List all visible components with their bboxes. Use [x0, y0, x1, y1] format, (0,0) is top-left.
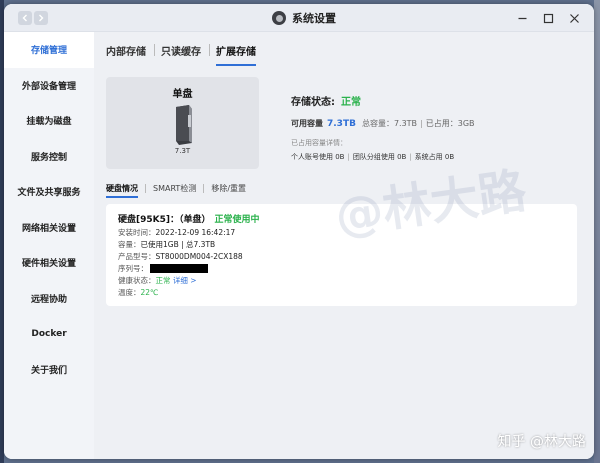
serial-redacted [150, 264, 208, 273]
storage-status: 存储状态: 正常 可用容量 7.3TB 总容量：7.3TB | 已占用：3GB 已占用容量… [291, 93, 581, 162]
sidebar-item-services[interactable]: 服务控制 [4, 139, 94, 175]
maximize-button[interactable] [540, 10, 556, 26]
total-capacity: 总容量：7.3TB [361, 119, 418, 128]
status-label: 存储状态: [291, 97, 335, 108]
sidebar-item-external-devices[interactable]: 外部设备管理 [4, 68, 94, 104]
sidebar-item-network[interactable]: 网络相关设置 [4, 210, 94, 246]
sidebar-item-remote-assist[interactable]: 远程协助 [4, 281, 94, 317]
health-detail-link[interactable]: 详细 > [173, 276, 197, 285]
window-controls [514, 10, 582, 26]
maximize-icon [543, 13, 553, 23]
model-row: 产品型号：ST8000DM004-2CX188 [118, 251, 243, 261]
used-detail-line: 个人账号使用 0B | 团队分组使用 0B | 系统占用 0B [291, 153, 455, 161]
sidebar-item-file-sharing[interactable]: 文件及共享服务 [4, 174, 94, 210]
available-value: 7.3TB [327, 119, 356, 129]
status-value: 正常 [341, 97, 361, 108]
hard-drive-icon [175, 105, 192, 145]
back-button[interactable] [18, 11, 32, 25]
available-label: 可用容量 [291, 119, 323, 128]
capacity-line: 可用容量 7.3TB 总容量：7.3TB | 已占用：3GB [291, 119, 475, 129]
sidebar-item-about[interactable]: 关于我们 [4, 352, 94, 388]
tab-internal-storage[interactable]: 内部存储 [106, 43, 154, 66]
minimize-icon [518, 17, 526, 19]
nav-buttons [18, 11, 48, 25]
close-button[interactable] [566, 10, 582, 26]
settings-app-icon [272, 11, 286, 25]
settings-window: 系统设置 存储管理 外部设备管理 挂载为磁盘 服务控制 文件及共享服务 网络相关… [4, 4, 594, 459]
chevron-right-icon [39, 14, 44, 22]
health-row: 健康状态：正常 详细 > [118, 275, 197, 285]
disk-card-title: 单盘 [172, 89, 193, 100]
storage-tabs: 内部存储 只读缓存 扩展存储 [94, 32, 594, 66]
disk-info-status: 正常使用中 [214, 215, 260, 225]
used-capacity: 已占用：3GB [425, 119, 475, 128]
used-detail-title: 已占用容量详情： [291, 139, 347, 147]
chevron-left-icon [22, 14, 27, 22]
sidebar-item-hardware[interactable]: 硬件相关设置 [4, 245, 94, 281]
sidebar-item-storage[interactable]: 存储管理 [4, 32, 94, 68]
watermark-corner: 知乎 @林大路 [497, 434, 586, 450]
subtab-smart[interactable]: SMART检测 [153, 183, 196, 198]
disk-subtabs: 硬盘情况 SMART检测 移除/重置 [106, 183, 246, 198]
sidebar-item-docker[interactable]: Docker [4, 316, 94, 352]
minimize-button[interactable] [514, 10, 530, 26]
title-bar: 系统设置 [4, 4, 594, 32]
tab-extended-storage[interactable]: 扩展存储 [216, 43, 264, 66]
window-title: 系统设置 [292, 12, 336, 25]
sidebar: 存储管理 外部设备管理 挂载为磁盘 服务控制 文件及共享服务 网络相关设置 硬件… [4, 32, 94, 459]
sidebar-item-mount-disk[interactable]: 挂载为磁盘 [4, 103, 94, 139]
subtab-remove-reset[interactable]: 移除/重置 [211, 183, 246, 198]
tab-readonly-cache[interactable]: 只读缓存 [161, 43, 209, 66]
subtab-disk-status[interactable]: 硬盘情况 [106, 183, 138, 198]
temperature-row: 温度：22℃ [118, 287, 159, 297]
serial-row: 序列号： [118, 264, 565, 273]
desktop-wallpaper-right [594, 0, 600, 463]
close-icon [569, 13, 579, 23]
disk-card[interactable]: 单盘 7.3T [106, 77, 259, 169]
window-title-group: 系统设置 [272, 10, 336, 26]
forward-button[interactable] [34, 11, 48, 25]
disk-card-size: 7.3T [174, 147, 191, 155]
